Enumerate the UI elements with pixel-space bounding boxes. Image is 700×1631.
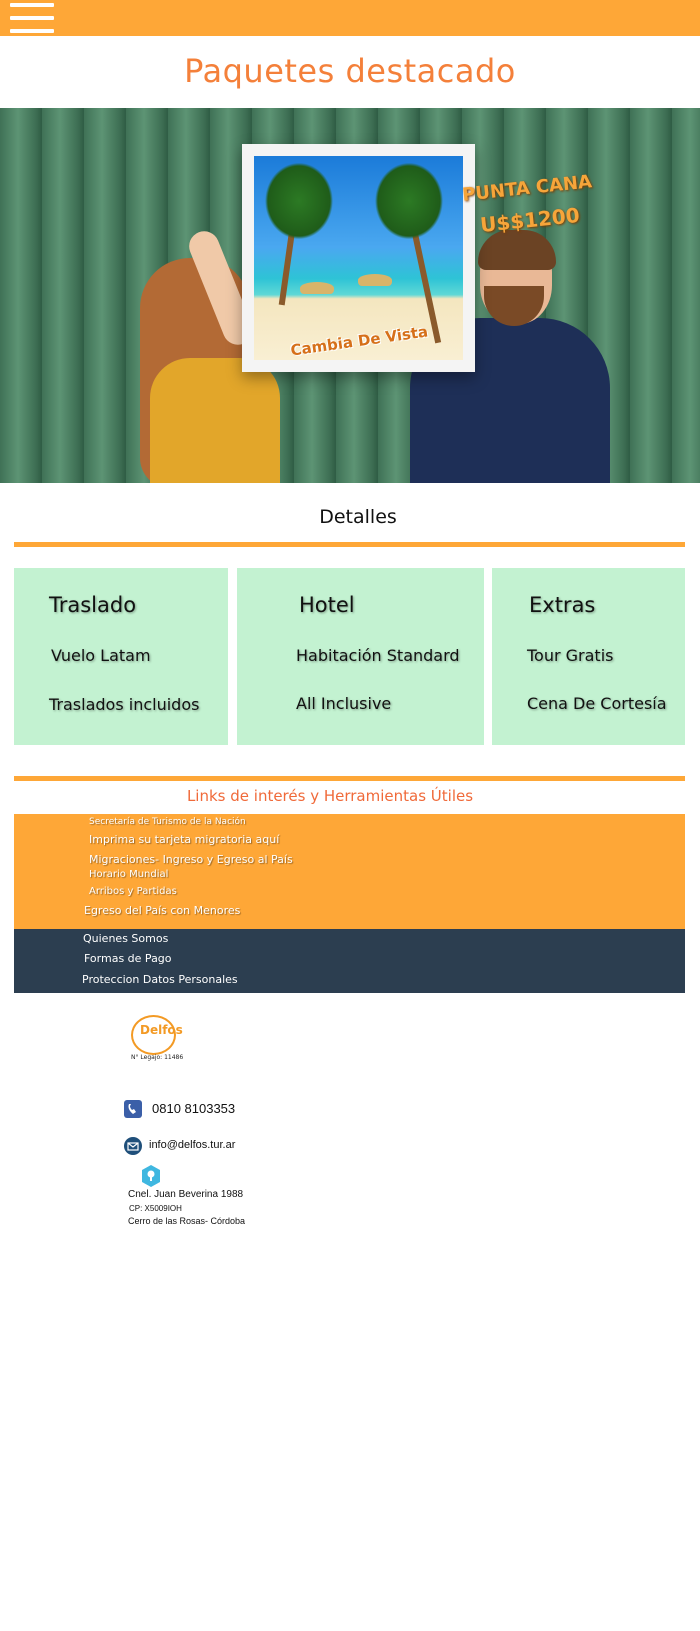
promo-price: U$$1200: [479, 202, 581, 238]
details-title: Detalles: [319, 506, 397, 528]
phone-number[interactable]: 0810 8103353: [152, 1101, 235, 1116]
beach-photo: Cambia De Vista: [254, 156, 463, 360]
link-turismo[interactable]: Secretaría de Turismo de la Nación: [89, 817, 246, 827]
logo-text: Delfos: [140, 1023, 183, 1037]
card-item: Traslados incluidos: [49, 695, 200, 714]
nav-proteccion-datos[interactable]: Proteccion Datos Personales: [82, 973, 238, 986]
card-title: Traslado: [49, 593, 137, 617]
card-traslado: Traslado Vuelo Latam Traslados incluidos: [14, 568, 228, 745]
promo-destination: PUNTA CANA: [461, 171, 593, 206]
card-title: Extras: [529, 593, 596, 617]
link-egreso-menores[interactable]: Egreso del País con Menores: [84, 904, 240, 917]
link-arribos-partidas[interactable]: Arribos y Partidas: [89, 886, 177, 897]
phone-icon: [124, 1100, 142, 1118]
top-bar: [0, 0, 700, 36]
card-item: Habitación Standard: [296, 646, 460, 665]
email-address[interactable]: info@delfos.tur.ar: [149, 1139, 235, 1151]
divider: [14, 776, 685, 781]
nav-quienes-somos[interactable]: Quienes Somos: [83, 932, 168, 945]
divider: [14, 542, 685, 547]
legajo-number: N° Legajo: 11486: [131, 1054, 184, 1061]
picture-frame: Cambia De Vista: [242, 144, 475, 372]
link-tarjeta-migratoria[interactable]: Imprima su tarjeta migratoria aquí: [89, 833, 279, 846]
address-line-2: CP: X5009IOH: [129, 1204, 182, 1213]
card-item: Cena De Cortesía: [527, 694, 667, 713]
link-horario-mundial[interactable]: Horario Mundial: [89, 869, 168, 880]
address-line-1: Cnel. Juan Beverina 1988: [128, 1189, 244, 1200]
useful-links-panel: Secretaría de Turismo de la Nación Impri…: [14, 814, 685, 929]
links-title: Links de interés y Herramientas Útiles: [186, 787, 474, 805]
card-item: All Inclusive: [296, 694, 392, 713]
card-item: Vuelo Latam: [51, 646, 151, 665]
address-line-3: Cerro de las Rosas- Córdoba: [128, 1216, 246, 1226]
card-item: Tour Gratis: [527, 646, 614, 665]
hero-banner-image: Cambia De Vista PUNTA CANA U$$1200: [0, 108, 700, 483]
nav-formas-de-pago[interactable]: Formas de Pago: [84, 952, 172, 965]
card-extras: Extras Tour Gratis Cena De Cortesía: [492, 568, 685, 745]
page-title: Paquetes destacado: [184, 52, 516, 90]
location-pin-icon: [142, 1165, 160, 1187]
footer-nav: Quienes Somos Formas de Pago Proteccion …: [14, 929, 685, 993]
frame-caption: Cambia De Vista: [289, 322, 430, 360]
card-title: Hotel: [299, 593, 355, 617]
card-hotel: Hotel Habitación Standard All Inclusive: [237, 568, 484, 745]
envelope-icon: [124, 1137, 142, 1155]
hamburger-menu-icon[interactable]: [10, 3, 54, 33]
link-migraciones[interactable]: Migraciones- Ingreso y Egreso al País: [89, 853, 293, 866]
